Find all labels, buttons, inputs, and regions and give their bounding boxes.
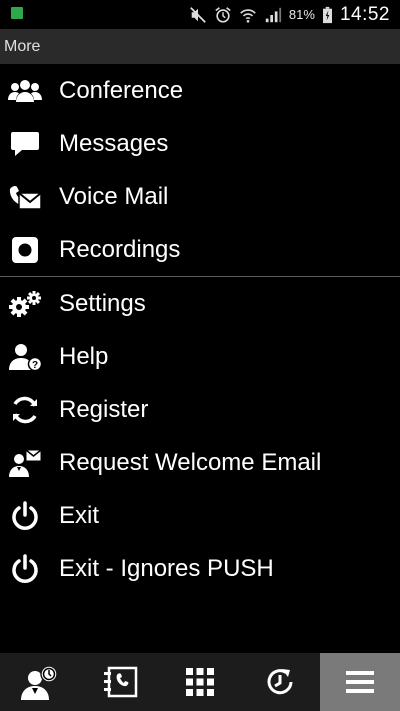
menu-item-label: Register [59, 395, 149, 423]
menu-item-label: Request Welcome Email [59, 448, 322, 476]
nav-presence-button[interactable] [0, 653, 80, 711]
bottom-nav [0, 653, 400, 711]
voicemail-icon [8, 182, 42, 212]
menu-item-label: Exit [59, 501, 100, 529]
svg-text:?: ? [32, 360, 38, 371]
conference-icon [8, 76, 42, 106]
app-notification-icon [11, 7, 23, 19]
presence-icon [21, 665, 58, 700]
contacts-icon [104, 666, 138, 698]
menu-item-exit[interactable]: Exit [0, 489, 400, 542]
menu-item-register[interactable]: Register [0, 383, 400, 436]
messages-icon [8, 129, 42, 159]
menu-item-label: Help [59, 342, 109, 370]
menu-item-label: Voice Mail [59, 182, 169, 210]
nav-more-button[interactable] [320, 653, 400, 711]
help-icon: ? [8, 342, 42, 372]
menu-item-label: Recordings [59, 235, 181, 263]
menu-item-label: Exit - Ignores PUSH [59, 554, 274, 582]
clock: 14:52 [339, 3, 390, 25]
dialpad-icon [186, 668, 214, 696]
header: More [0, 29, 400, 64]
status-bar: 81% 14:52 [0, 0, 400, 29]
menu-item-conference[interactable]: Conference [0, 64, 400, 117]
battery-charging-icon [322, 6, 332, 23]
menu-item-messages[interactable]: Messages [0, 117, 400, 170]
menu-item-label: Messages [59, 129, 169, 157]
menu-item-label: Conference [59, 76, 184, 104]
recordings-icon [8, 235, 42, 265]
menu-list: Conference Messages Voice Mail Recording… [0, 64, 400, 595]
menu-item-exit-ignores-push[interactable]: Exit - Ignores PUSH [0, 542, 400, 595]
menu-item-recordings[interactable]: Recordings [0, 223, 400, 276]
menu-item-voicemail[interactable]: Voice Mail [0, 170, 400, 223]
welcome-email-icon [8, 448, 42, 478]
alarm-icon [215, 6, 231, 23]
refresh-icon [8, 395, 42, 425]
menu-item-help[interactable]: ? Help [0, 330, 400, 383]
signal-icon [265, 7, 282, 22]
nav-contacts-button[interactable] [80, 653, 160, 711]
gears-icon [8, 289, 42, 319]
battery-percent: 81% [288, 7, 315, 22]
mute-icon [190, 6, 206, 23]
menu-icon [346, 671, 374, 693]
menu-item-request-welcome-email[interactable]: Request Welcome Email [0, 436, 400, 489]
nav-dialpad-button[interactable] [160, 653, 240, 711]
nav-history-button[interactable] [240, 653, 320, 711]
menu-item-settings[interactable]: Settings [0, 277, 400, 330]
menu-item-label: Settings [59, 289, 146, 317]
wifi-icon [240, 8, 256, 23]
power-icon [8, 500, 42, 531]
status-icons: 81% 14:52 [189, 0, 390, 29]
history-icon [267, 669, 293, 695]
power-icon [8, 553, 42, 584]
page-title: More [4, 37, 41, 55]
